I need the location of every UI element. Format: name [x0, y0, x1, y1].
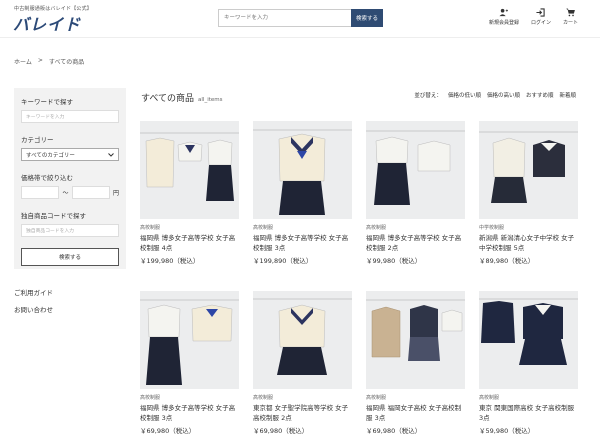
- product-price: ￥199,890（税込）: [253, 257, 313, 265]
- search-sidebar: キーワードで探す キーワードを入力 カテゴリー すべてのカテゴリー 価格帯で絞り…: [14, 88, 126, 269]
- header-search-input[interactable]: [218, 9, 351, 27]
- product-card[interactable]: 中学校制服 新潟県 新潟清心女子中学校 女子中学校制服 5点 ￥89,980（税…: [479, 121, 578, 265]
- header-search: 検索する: [218, 9, 383, 27]
- breadcrumb-current: すべての商品: [48, 59, 85, 66]
- sort-recommended[interactable]: おすすめ順: [526, 91, 554, 99]
- page-subtitle: all_items: [198, 97, 223, 103]
- product-name[interactable]: 福岡県 福岡女子高校 女子高校制服 3点: [366, 403, 465, 423]
- cart-link[interactable]: カート: [563, 8, 578, 26]
- product-category: 高校制服: [366, 395, 387, 401]
- product-price: ￥69,980（税込）: [366, 427, 422, 435]
- product-image[interactable]: [140, 121, 239, 219]
- product-card[interactable]: 高校制服 福岡県 博多女子高等学校 女子高校制服 4点 ￥199,980（税込）: [140, 121, 239, 265]
- keyword-label: キーワードで探す: [21, 98, 73, 106]
- product-price: ￥69,980（税込）: [140, 427, 196, 435]
- product-category: 高校制服: [253, 395, 274, 401]
- product-card[interactable]: 高校制服 福岡県 博多女子高等学校 女子高校制服 3点 ￥69,980（税込）: [140, 291, 239, 435]
- site-logo[interactable]: バレイド: [13, 11, 81, 35]
- sort-price-desc[interactable]: 価格の高い順: [487, 91, 520, 99]
- breadcrumb-separator: >: [37, 57, 43, 64]
- sort-newest[interactable]: 新着順: [559, 91, 576, 99]
- sidebar-search-button[interactable]: 検索する: [21, 248, 119, 266]
- category-label: カテゴリー: [21, 136, 54, 144]
- product-image[interactable]: [253, 121, 352, 219]
- category-select[interactable]: すべてのカテゴリー: [21, 148, 119, 161]
- product-card[interactable]: 高校制服 福岡県 福岡女子高校 女子高校制服 3点 ￥69,980（税込）: [366, 291, 465, 435]
- price-separator: 〜: [62, 190, 69, 197]
- page-title: すべての商品 all_items: [141, 91, 222, 104]
- product-price: ￥89,980（税込）: [479, 257, 535, 265]
- product-card[interactable]: 高校制服 東京 関東国際高校 女子高校制服 3点 ￥59,980（税込）: [479, 291, 578, 435]
- product-card[interactable]: 高校制服 福岡県 博多女子高等学校 女子高校制服 2点 ￥99,980（税込）: [366, 121, 465, 265]
- page-title-text: すべての商品: [141, 94, 195, 104]
- chevron-down-icon: [108, 152, 114, 157]
- product-category: 高校制服: [253, 225, 274, 231]
- price-unit: 円: [112, 190, 119, 197]
- product-card[interactable]: 高校制服 東京都 女子聖学院高等学校 女子高校制服 2点 ￥69,980（税込）: [253, 291, 352, 435]
- product-price: ￥99,980（税込）: [366, 257, 422, 265]
- guide-link[interactable]: ご利用ガイド: [14, 287, 53, 297]
- product-card[interactable]: 高校制服 福岡県 博多女子高等学校 女子高校制服 3点 ￥199,890（税込）: [253, 121, 352, 265]
- price-min-input[interactable]: [21, 186, 60, 199]
- user-plus-icon: [499, 8, 509, 17]
- product-image[interactable]: [140, 291, 239, 389]
- product-name[interactable]: 新潟県 新潟清心女子中学校 女子中学校制服 5点: [479, 233, 578, 253]
- header-icons: 新規会員登録 ログイン カート: [489, 8, 578, 26]
- price-range: 〜 円: [21, 186, 119, 199]
- product-name[interactable]: 東京 関東国際高校 女子高校制服 3点: [479, 403, 578, 423]
- breadcrumb-home[interactable]: ホーム: [14, 57, 32, 66]
- product-image[interactable]: [479, 121, 578, 219]
- product-category: 高校制服: [140, 395, 161, 401]
- product-category: 高校制服: [366, 225, 387, 231]
- sort-label: 並び替え：: [414, 93, 442, 99]
- product-category: 高校制服: [479, 395, 500, 401]
- product-name[interactable]: 福岡県 博多女子高等学校 女子高校制服 2点: [366, 233, 465, 253]
- breadcrumb: ホーム > すべての商品: [14, 57, 84, 66]
- category-select-value: すべてのカテゴリー: [26, 152, 75, 159]
- sort-options: 並び替え： 価格の低い順 価格の高い順 おすすめ順 新着順: [414, 91, 576, 99]
- price-label: 価格帯で絞り込む: [21, 174, 73, 182]
- product-price: ￥59,980（税込）: [479, 427, 535, 435]
- product-grid: 高校制服 福岡県 博多女子高等学校 女子高校制服 4点 ￥199,980（税込）…: [140, 121, 578, 435]
- product-price: ￥199,980（税込）: [140, 257, 200, 265]
- contact-link[interactable]: お問い合わせ: [14, 304, 53, 314]
- code-input[interactable]: 独自商品コードを入力: [21, 224, 119, 237]
- code-label: 独自商品コードで探す: [21, 212, 86, 220]
- product-name[interactable]: 福岡県 博多女子高等学校 女子高校制服 3点: [253, 233, 352, 253]
- keyword-input[interactable]: キーワードを入力: [21, 110, 119, 123]
- product-price: ￥69,980（税込）: [253, 427, 309, 435]
- register-link[interactable]: 新規会員登録: [489, 8, 519, 26]
- login-label: ログイン: [530, 20, 551, 26]
- header-search-button[interactable]: 検索する: [351, 9, 383, 27]
- product-image[interactable]: [253, 291, 352, 389]
- cart-label: カート: [562, 20, 578, 26]
- site-header: 中古制服通販はバレイド【公式】 バレイド 検索する 新規会員登録 ログイン カー…: [0, 0, 600, 38]
- login-icon: [536, 8, 546, 17]
- product-image[interactable]: [366, 121, 465, 219]
- price-max-input[interactable]: [71, 186, 110, 199]
- product-image[interactable]: [479, 291, 578, 389]
- sort-price-asc[interactable]: 価格の低い順: [448, 91, 481, 99]
- product-name[interactable]: 東京都 女子聖学院高等学校 女子高校制服 2点: [253, 403, 352, 423]
- login-link[interactable]: ログイン: [531, 8, 551, 26]
- product-category: 高校制服: [140, 225, 161, 231]
- cart-icon: [566, 8, 575, 17]
- product-name[interactable]: 福岡県 博多女子高等学校 女子高校制服 3点: [140, 403, 239, 423]
- register-label: 新規会員登録: [488, 20, 519, 26]
- product-name[interactable]: 福岡県 博多女子高等学校 女子高校制服 4点: [140, 233, 239, 253]
- product-image[interactable]: [366, 291, 465, 389]
- product-category: 中学校制服: [479, 225, 505, 231]
